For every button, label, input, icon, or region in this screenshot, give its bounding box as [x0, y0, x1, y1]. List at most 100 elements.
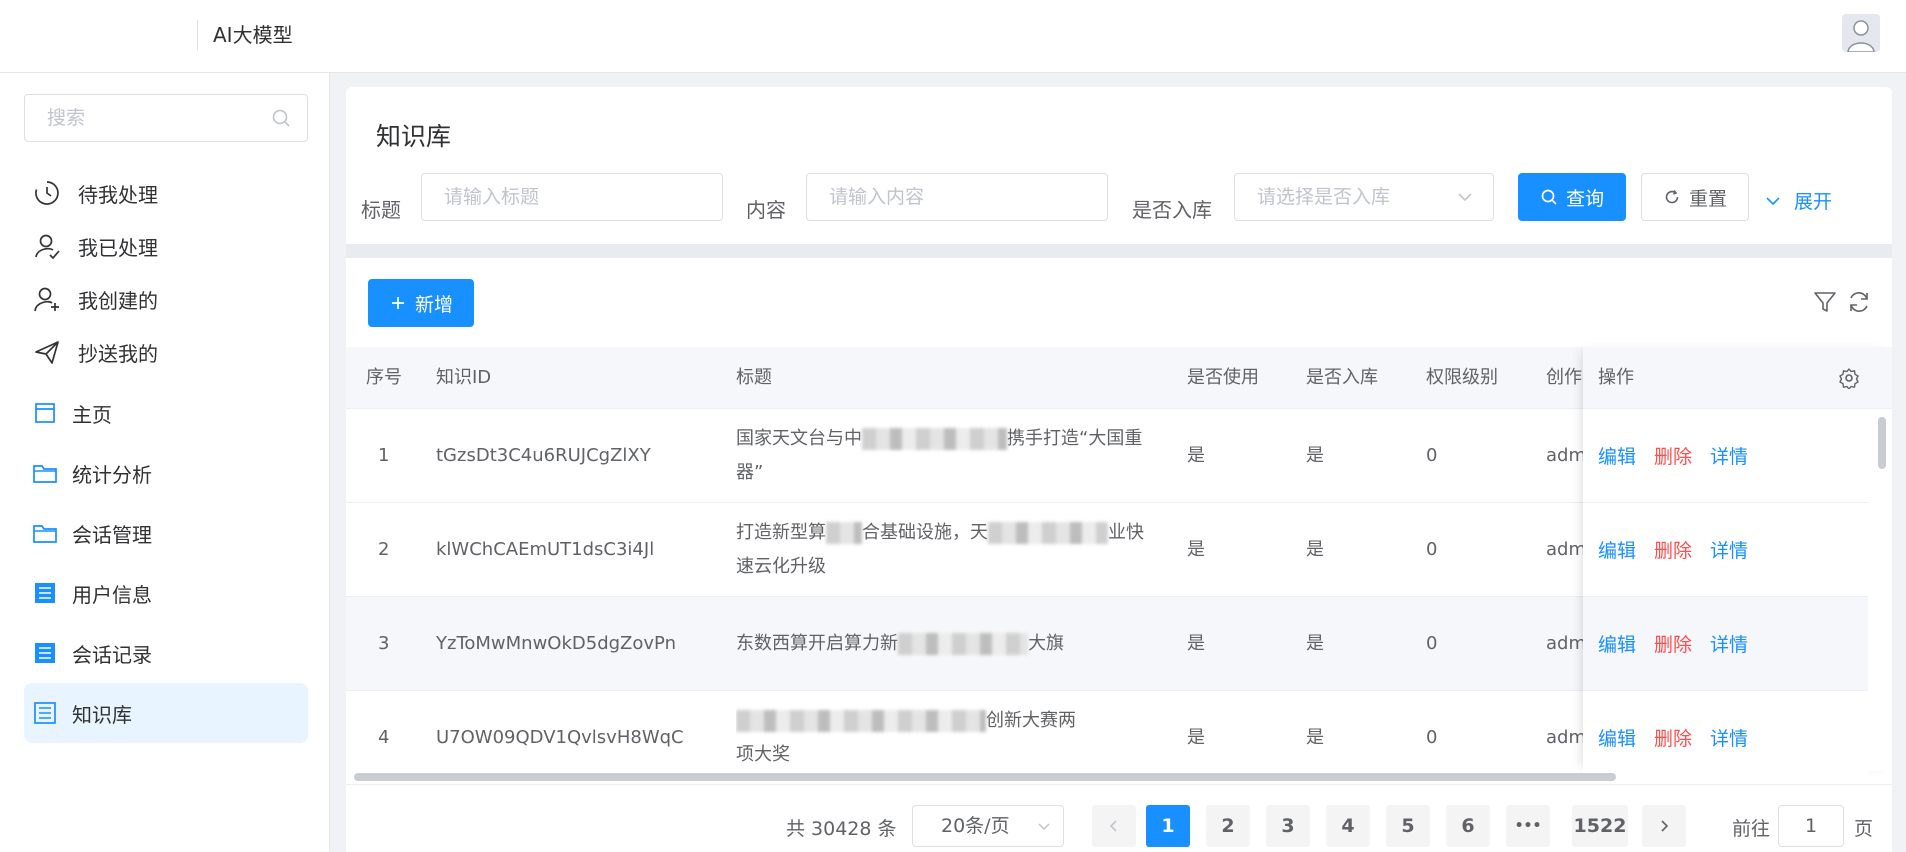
- query-button-label: 查询: [1565, 187, 1604, 210]
- cell-level: 0: [1426, 727, 1438, 748]
- page-unit-label: 页: [1854, 818, 1874, 840]
- sidebar-item-stats[interactable]: 统计分析: [24, 443, 308, 503]
- sidebar-item-done[interactable]: 我已处理: [24, 216, 308, 276]
- edit-button[interactable]: 编辑: [1598, 630, 1636, 657]
- edit-button[interactable]: 编辑: [1598, 442, 1636, 469]
- avatar[interactable]: [1842, 14, 1880, 52]
- redacted-text: [862, 427, 1007, 450]
- cell-title: 打造新型算 合基础设施，天 业快 速云化升级: [736, 503, 1160, 596]
- last-page-button[interactable]: 1522: [1572, 805, 1628, 847]
- column-header-creator: 创作者: [1546, 367, 1583, 388]
- cell-title: 东数西算开启算力新 大旗: [736, 597, 1160, 690]
- page-button-4[interactable]: 4: [1326, 805, 1370, 847]
- page-button-1[interactable]: 1: [1146, 805, 1190, 847]
- detail-button[interactable]: 详情: [1710, 536, 1748, 563]
- page-button-2[interactable]: 2: [1206, 805, 1250, 847]
- sidebar-item-cc[interactable]: 抄送我的: [24, 322, 308, 382]
- page-button-6[interactable]: 6: [1446, 805, 1490, 847]
- sidebar-item-label: 知识库: [72, 702, 132, 727]
- column-header-ops: 操作: [1598, 367, 1634, 388]
- column-header-used: 是否使用: [1187, 367, 1259, 388]
- title-filter-label: 标题: [361, 198, 401, 222]
- cell-used: 是: [1187, 727, 1205, 748]
- expand-link[interactable]: 展开: [1764, 187, 1832, 214]
- redacted-text: [898, 632, 1028, 655]
- redacted-text: [988, 521, 1108, 544]
- cell-id: U7OW09QDV1QvlsvH8WqC: [436, 727, 684, 748]
- page-button-3[interactable]: 3: [1266, 805, 1310, 847]
- list-icon: [32, 580, 58, 606]
- operations-row: 编辑 删除 详情: [1583, 597, 1868, 691]
- sidebar-item-label: 用户信息: [72, 582, 152, 607]
- stored-filter-select[interactable]: [1234, 173, 1494, 221]
- redacted-text: [736, 709, 986, 732]
- delete-button[interactable]: 删除: [1654, 630, 1692, 657]
- total-count: 共 30428 条: [786, 818, 897, 840]
- content-filter-input[interactable]: [829, 174, 1099, 220]
- pagination: 共 30428 条 20条/页 1 2 3 4 5 6 ••• 1522 前往 …: [346, 798, 1892, 852]
- cell-index: 1: [378, 445, 390, 466]
- sidebar-item-users[interactable]: 用户信息: [24, 563, 308, 623]
- cell-title-text: 速云化升级: [736, 555, 826, 577]
- cell-id: tGzsDt3C4u6RUJCgZlXY: [436, 445, 651, 466]
- column-header-level: 权限级别: [1426, 367, 1498, 388]
- chevron-left-icon: [1109, 820, 1117, 832]
- delete-button[interactable]: 删除: [1654, 442, 1692, 469]
- chevron-down-icon: [1038, 823, 1050, 831]
- search-icon[interactable]: [271, 108, 291, 128]
- sidebar-item-sessions[interactable]: 会话管理: [24, 503, 308, 563]
- detail-button[interactable]: 详情: [1710, 442, 1748, 469]
- gear-icon[interactable]: [1838, 367, 1860, 389]
- more-pages-button[interactable]: •••: [1506, 805, 1550, 847]
- title-filter-field: [421, 173, 723, 221]
- vertical-scrollbar[interactable]: [1878, 417, 1886, 469]
- add-button[interactable]: 新增: [368, 279, 474, 327]
- sidebar-item-knowledge-base[interactable]: 知识库: [24, 683, 308, 743]
- sidebar-item-label: 我创建的: [78, 288, 158, 313]
- sidebar-item-home[interactable]: 主页: [24, 383, 308, 443]
- prev-page-button[interactable]: [1092, 805, 1136, 847]
- cell-creator: admin: [1546, 727, 1583, 748]
- sidebar-item-label: 统计分析: [72, 462, 152, 487]
- page-button-5[interactable]: 5: [1386, 805, 1430, 847]
- reset-button[interactable]: 重置: [1641, 173, 1749, 221]
- expand-link-label: 展开: [1794, 191, 1833, 213]
- column-header-title: 标题: [736, 367, 772, 388]
- next-page-button[interactable]: [1642, 805, 1686, 847]
- operations-column: 操作 编辑 删除 详情 编辑 删除 详情 编辑 删除 详情 编辑 删除 详情: [1583, 347, 1892, 785]
- delete-button[interactable]: 删除: [1654, 536, 1692, 563]
- sidebar-item-created[interactable]: 我创建的: [24, 269, 308, 329]
- cell-title: 创新大赛两项大奖: [736, 691, 1160, 784]
- title-filter-input[interactable]: [444, 174, 714, 220]
- horizontal-scrollbar[interactable]: [354, 773, 1616, 781]
- edit-button[interactable]: 编辑: [1598, 724, 1636, 751]
- stored-filter-input[interactable]: [1257, 174, 1490, 220]
- query-button[interactable]: 查询: [1518, 173, 1626, 221]
- cell-used: 是: [1187, 633, 1205, 654]
- cell-title-text: 项大奖: [736, 743, 790, 765]
- cell-stored: 是: [1306, 727, 1324, 748]
- cell-stored: 是: [1306, 445, 1324, 466]
- calendar-icon: [32, 400, 58, 426]
- goto-page-input[interactable]: 1: [1778, 805, 1844, 847]
- search-icon: [1541, 189, 1557, 205]
- sidebar-item-session-records[interactable]: 会话记录: [24, 623, 308, 683]
- cell-title-text: 大旗: [1028, 632, 1064, 654]
- column-header-index: 序号: [366, 367, 402, 388]
- detail-button[interactable]: 详情: [1710, 630, 1748, 657]
- delete-button[interactable]: 删除: [1654, 724, 1692, 751]
- logo-area: [0, 20, 198, 50]
- sidebar-item-todo[interactable]: 待我处理: [24, 163, 308, 223]
- cell-title-text: 业快: [1108, 521, 1144, 543]
- sidebar-search-input[interactable]: [47, 95, 277, 141]
- detail-button[interactable]: 详情: [1710, 724, 1748, 751]
- refresh-icon[interactable]: [1846, 289, 1872, 315]
- page-size-select[interactable]: 20条/页: [912, 805, 1064, 847]
- filter-icon[interactable]: [1812, 289, 1838, 315]
- edit-button[interactable]: 编辑: [1598, 536, 1636, 563]
- cell-creator: admin: [1546, 633, 1583, 654]
- cell-index: 2: [378, 539, 390, 560]
- cell-title-text: 创新大赛两: [986, 709, 1076, 731]
- folder-icon: [32, 520, 58, 546]
- filter-panel: 知识库 标题 内容 是否入库 查询 重置 展开: [346, 87, 1892, 244]
